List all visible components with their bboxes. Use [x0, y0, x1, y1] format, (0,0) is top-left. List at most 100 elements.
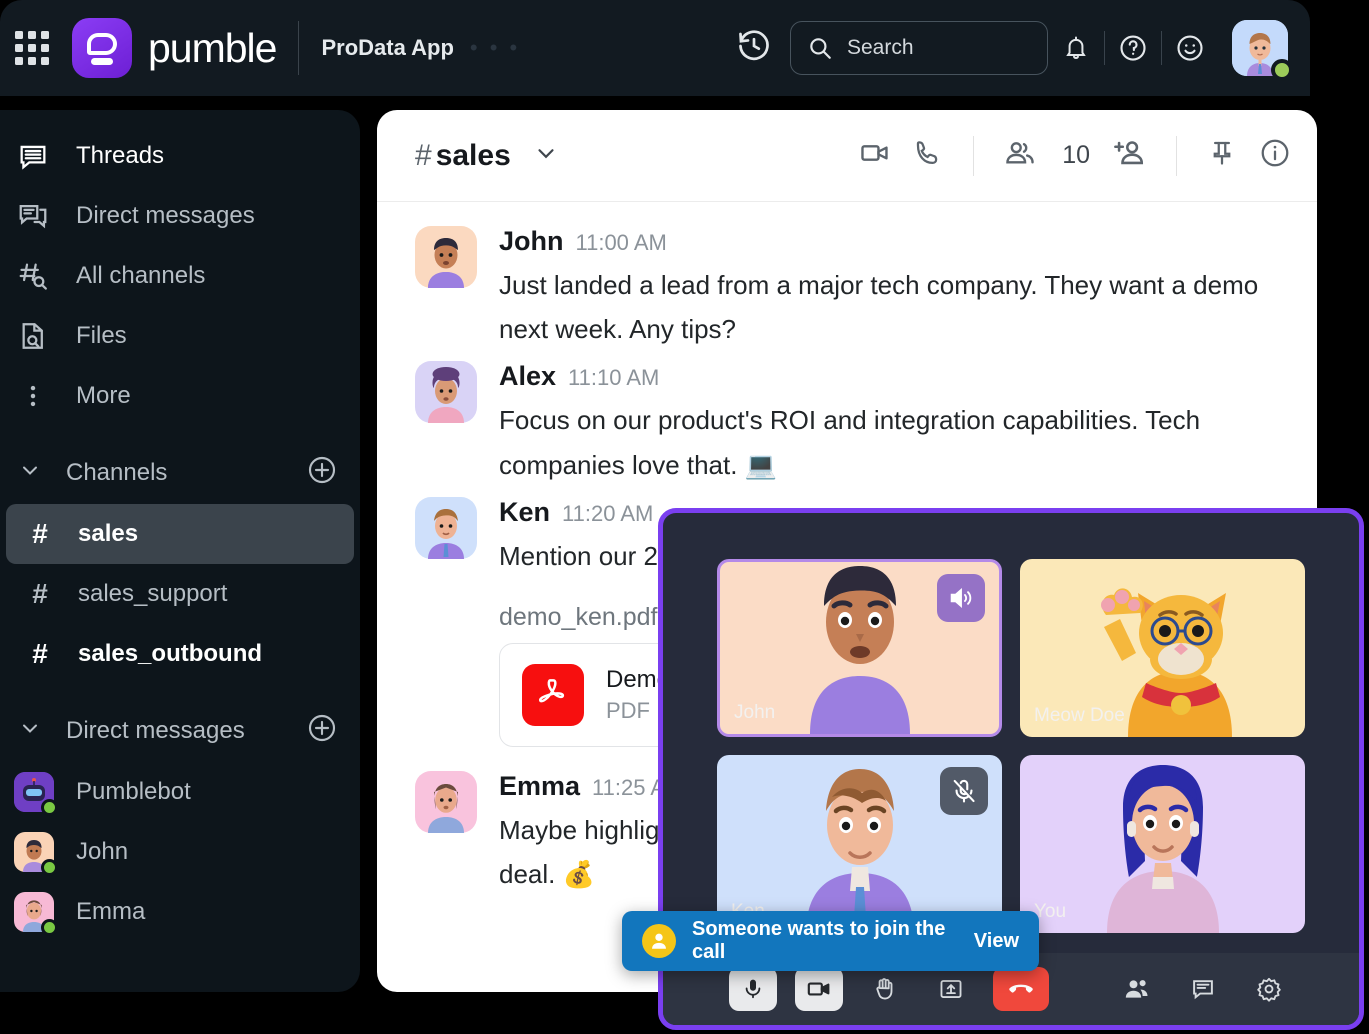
channels-section-header[interactable]: Channels — [0, 442, 360, 504]
chevron-down-icon[interactable] — [18, 716, 42, 747]
members-icon — [1125, 980, 1148, 998]
hangup-button[interactable] — [993, 967, 1049, 1011]
participant-name: Meow Doe — [1034, 705, 1125, 726]
message-author[interactable]: John — [499, 226, 564, 257]
message-item: Alex 11:10 AM Focus on our product's ROI… — [377, 353, 1317, 488]
participant-name: John — [734, 702, 776, 723]
hash-icon: # — [32, 638, 48, 669]
speaker-on-icon — [937, 574, 985, 622]
channels-section-label: Channels — [66, 459, 168, 486]
hangup-phone-icon — [1009, 984, 1033, 993]
sidebar-dm-john[interactable]: John — [0, 822, 360, 882]
bell-icon[interactable] — [1048, 20, 1104, 76]
sidebar-dm-emma[interactable]: Emma — [0, 882, 360, 942]
sidebar-channel-sales-outbound[interactable]: # sales_outbound — [6, 624, 354, 684]
message-text: Just landed a lead from a major tech com… — [499, 270, 1259, 345]
channel-header: # sales 10 — [377, 110, 1317, 202]
add-channel-button[interactable] — [306, 454, 338, 493]
member-count: 10 — [1062, 141, 1090, 169]
page-title[interactable]: # sales — [415, 139, 511, 173]
chat-bubble-icon — [1193, 980, 1213, 1000]
mic-button[interactable] — [729, 967, 777, 1011]
gear-icon — [1257, 977, 1281, 1002]
channel-name: sales — [435, 138, 511, 172]
dm-section-header[interactable]: Direct messages — [0, 700, 360, 762]
message-author[interactable]: Ken — [499, 497, 550, 528]
raise-hand-button[interactable] — [861, 967, 909, 1011]
sidebar-item-files[interactable]: Files — [0, 306, 360, 366]
add-person-icon[interactable] — [1112, 136, 1146, 175]
avatar[interactable] — [415, 770, 477, 833]
pumble-logo-icon — [72, 18, 132, 78]
help-circle-icon[interactable] — [1105, 20, 1161, 76]
avatar — [14, 772, 58, 816]
status-dot-online — [41, 799, 58, 816]
sidebar-channel-sales[interactable]: # sales — [6, 504, 354, 564]
message-author[interactable]: Emma — [499, 771, 580, 802]
search-input[interactable]: Search — [790, 21, 1048, 75]
participant-tile-you[interactable]: You — [1020, 755, 1305, 933]
chevron-down-icon[interactable] — [18, 458, 42, 489]
avatar[interactable] — [415, 496, 477, 559]
message-author[interactable]: Alex — [499, 361, 556, 392]
add-dm-button[interactable] — [306, 712, 338, 751]
video-camera-icon[interactable] — [859, 137, 891, 174]
status-dot-online — [41, 919, 58, 936]
participant-video — [809, 566, 910, 734]
video-camera-icon — [807, 982, 830, 996]
chevron-down-icon[interactable] — [533, 140, 559, 171]
participant-video — [1106, 765, 1219, 933]
participant-tile-ken[interactable]: Ken — [717, 755, 1002, 933]
avatar[interactable] — [415, 226, 477, 334]
channel-name: sales — [78, 520, 139, 547]
files-icon — [16, 320, 50, 352]
pin-icon[interactable] — [1207, 138, 1237, 173]
sidebar-dm-pumblebot[interactable]: Pumblebot — [0, 762, 360, 822]
workspace-name[interactable]: ProData App — [321, 35, 453, 61]
status-dot-online — [41, 859, 58, 876]
chat-button[interactable] — [1179, 967, 1227, 1011]
sidebar-item-label: Direct messages — [76, 202, 255, 229]
message-timestamp: 11:00 AM — [575, 230, 667, 255]
participant-tile-meow-doe[interactable]: Meow Doe — [1020, 559, 1305, 737]
sidebar-item-label: Threads — [76, 142, 165, 169]
avatar[interactable] — [415, 361, 477, 424]
channel-name: sales_support — [78, 580, 228, 607]
divider — [1176, 135, 1177, 176]
share-screen-button[interactable] — [927, 967, 975, 1011]
participant-tile-john[interactable]: John — [717, 559, 1002, 737]
divider — [298, 21, 300, 75]
camera-button[interactable] — [795, 967, 843, 1011]
phone-icon[interactable] — [913, 138, 943, 173]
sidebar: Threads Direct messages All channels Fil… — [0, 110, 360, 992]
join-request-toast[interactable]: Someone wants to join the call View — [622, 911, 1039, 971]
dm-name: John — [76, 838, 129, 865]
smiley-icon[interactable] — [1162, 20, 1218, 76]
participants-button[interactable] — [1113, 967, 1161, 1011]
members-icon[interactable] — [1004, 137, 1036, 174]
avatar — [14, 892, 58, 936]
sidebar-item-all-channels[interactable]: All channels — [0, 246, 360, 306]
info-circle-icon[interactable] — [1259, 137, 1291, 174]
sidebar-item-direct-messages[interactable]: Direct messages — [0, 186, 360, 246]
hash-icon: # — [32, 578, 48, 609]
dm-name: Pumblebot — [76, 778, 191, 805]
all-channels-icon — [16, 260, 50, 292]
status-dot-online — [1271, 59, 1293, 81]
toast-view-button[interactable]: View — [974, 930, 1019, 953]
sidebar-channel-sales-support[interactable]: # sales_support — [6, 564, 354, 624]
threads-icon — [16, 140, 50, 172]
message-timestamp: 11:20 AM — [562, 500, 654, 526]
search-placeholder: Search — [847, 36, 914, 59]
history-icon[interactable] — [736, 28, 772, 69]
sidebar-item-more[interactable]: More — [0, 366, 360, 426]
settings-button[interactable] — [1245, 967, 1293, 1011]
workspace-overflow-dots[interactable]: • • • — [470, 35, 520, 61]
app-root: pumble ProData App • • • Search Threads … — [0, 0, 1369, 1034]
sidebar-item-threads[interactable]: Threads — [0, 126, 360, 186]
direct-messages-icon — [16, 200, 50, 232]
participant-video — [805, 769, 914, 933]
avatar[interactable] — [1232, 20, 1293, 81]
grid-apps-icon[interactable] — [14, 30, 50, 66]
message-item: John 11:00 AM Just landed a lead from a … — [377, 218, 1317, 353]
